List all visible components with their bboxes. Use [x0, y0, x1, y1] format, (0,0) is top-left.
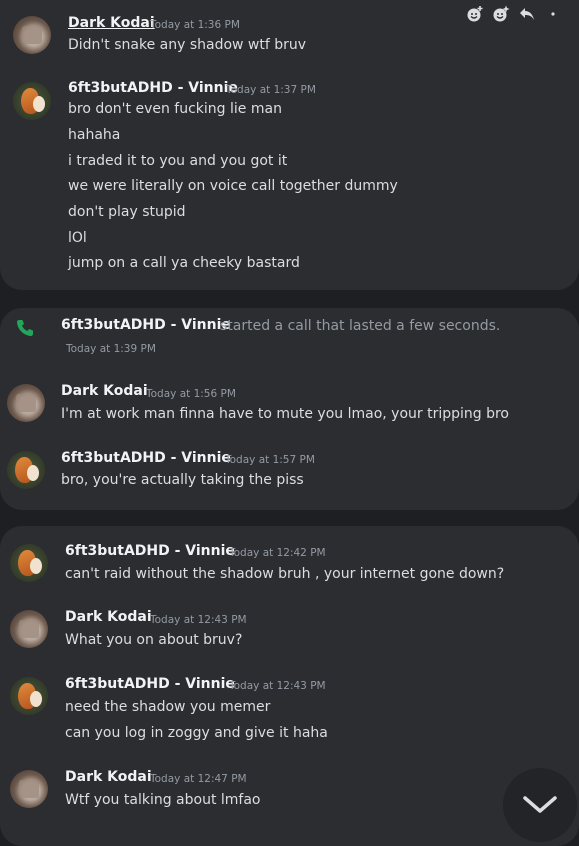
avatar[interactable]: [7, 451, 45, 489]
call-author-name[interactable]: 6ft3butADHD - Vinnie: [61, 317, 231, 333]
reply-icon[interactable]: [518, 5, 536, 23]
avatar[interactable]: [7, 384, 45, 422]
author-name[interactable]: Dark Kodai: [61, 383, 148, 399]
avatar[interactable]: [10, 770, 48, 808]
call-timestamp: Today at 1:39 PM: [66, 343, 156, 355]
more-icon[interactable]: [544, 5, 562, 23]
message-timestamp: Today at 1:36 PM: [150, 19, 240, 31]
jump-to-bottom-button[interactable]: [503, 768, 577, 842]
phone-call-icon: [17, 320, 33, 336]
message-timestamp: Today at 1:37 PM: [226, 84, 316, 96]
avatar[interactable]: [10, 544, 48, 582]
message-timestamp: Today at 12:42 PM: [229, 547, 326, 559]
add-reaction-icon[interactable]: [466, 5, 484, 23]
message-text: bro don't even fucking lie man: [68, 101, 282, 117]
message-text: What you on about bruv?: [65, 632, 243, 648]
message-text: hahaha: [68, 127, 121, 143]
message-text: lOl: [68, 230, 87, 246]
message-text: can you log in zoggy and give it haha: [65, 725, 328, 741]
message-timestamp: Today at 1:57 PM: [225, 454, 315, 466]
author-name[interactable]: Dark Kodai: [68, 15, 155, 31]
message-text: we were literally on voice call together…: [68, 178, 398, 194]
message-timestamp: Today at 1:56 PM: [146, 388, 236, 400]
author-name[interactable]: 6ft3butADHD - Vinnie: [61, 450, 231, 466]
avatar[interactable]: [13, 82, 51, 120]
author-name[interactable]: 6ft3butADHD - Vinnie: [65, 676, 235, 692]
message-text: need the shadow you memer: [65, 699, 271, 715]
message-text: don't play stupid: [68, 204, 186, 220]
author-name[interactable]: Dark Kodai: [65, 609, 152, 625]
message-timestamp: Today at 12:43 PM: [150, 614, 247, 626]
add-super-reaction-icon[interactable]: [492, 5, 510, 23]
message-text: I'm at work man finna have to mute you l…: [61, 406, 509, 422]
message-text: Didn't snake any shadow wtf bruv: [68, 37, 307, 53]
message-text: i traded it to you and you got it: [68, 153, 288, 169]
avatar[interactable]: [10, 610, 48, 648]
avatar[interactable]: [10, 677, 48, 715]
message-action-toolbar: [456, 2, 579, 26]
author-name[interactable]: Dark Kodai: [65, 769, 152, 785]
author-name[interactable]: 6ft3butADHD - Vinnie: [65, 543, 235, 559]
message-timestamp: Today at 12:47 PM: [150, 773, 247, 785]
author-name[interactable]: 6ft3butADHD - Vinnie: [68, 80, 238, 96]
call-system-text: started a call that lasted a few seconds…: [220, 318, 501, 334]
chevron-down-icon: [523, 796, 557, 813]
message-text: jump on a call ya cheeky bastard: [68, 255, 300, 271]
message-text: Wtf you talking about lmfao: [65, 792, 261, 808]
message-timestamp: Today at 12:43 PM: [229, 680, 326, 692]
message-text: can't raid without the shadow bruh , you…: [65, 566, 505, 582]
avatar[interactable]: [13, 16, 51, 54]
message-text: bro, you're actually taking the piss: [61, 472, 304, 488]
message-group: Dark Kodai Today at 1:36 PM Didn't snake…: [0, 0, 579, 290]
